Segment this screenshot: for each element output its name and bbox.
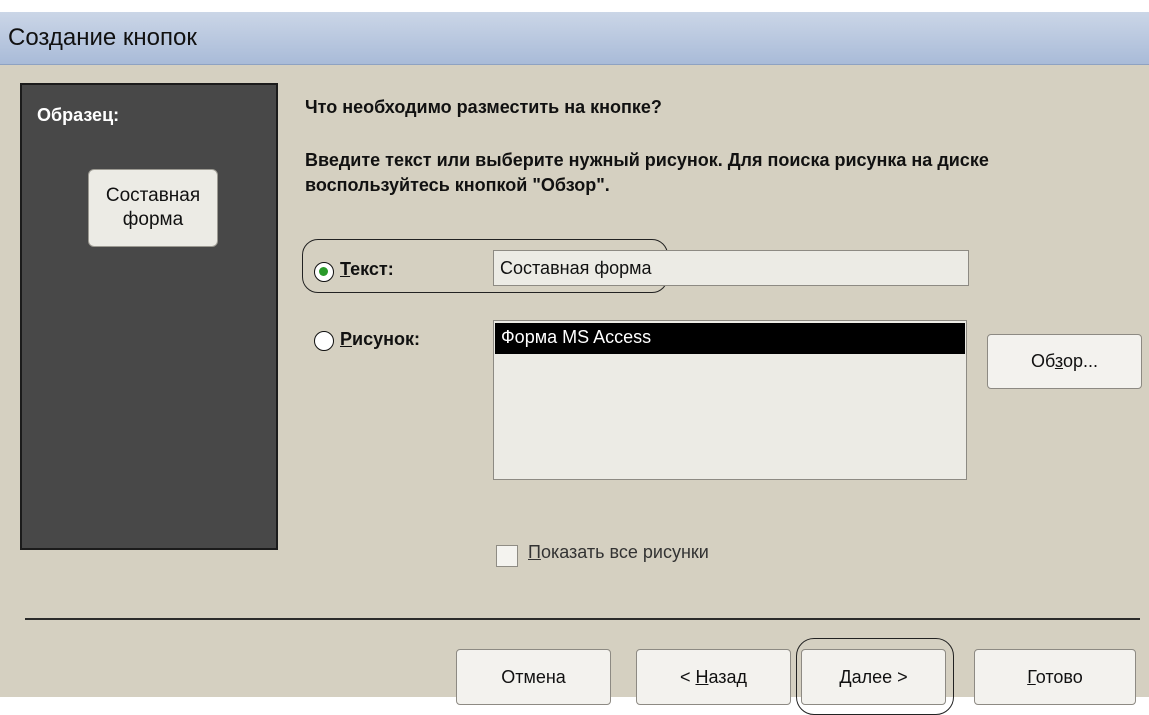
question-text: Что необходимо разместить на кнопке?	[305, 97, 662, 117]
sample-button-preview: Составная форма	[88, 169, 218, 247]
sample-label: Образец:	[37, 105, 120, 125]
instruction-text: Введите текст или выберите нужный рисуно…	[305, 150, 989, 195]
button-wizard-dialog: Создание кнопок Образец: Составная форма…	[0, 12, 1149, 715]
button-text-input[interactable]	[493, 250, 969, 286]
sample-panel: Образец: Составная форма	[20, 83, 278, 550]
show-all-pictures-label[interactable]: Показать все рисунки	[528, 542, 709, 563]
selected-picture-item[interactable]: Форма MS Access	[495, 323, 965, 354]
picture-option-label-rest: исунок:	[352, 329, 420, 349]
show-all-pictures-checkbox[interactable]	[496, 545, 518, 567]
browse-button[interactable]: Обзор...	[987, 334, 1142, 389]
finish-button[interactable]: Готово	[974, 649, 1136, 705]
sample-button-line-1: Составная	[105, 185, 201, 206]
sample-button-line-2: форма	[122, 209, 184, 230]
picture-listbox[interactable]: Форма MS Access	[493, 320, 967, 480]
text-option-label[interactable]: Текст:	[340, 259, 394, 280]
text-option-label-rest: екст:	[350, 259, 394, 279]
picture-radio-button[interactable]	[314, 331, 334, 351]
text-radio-button[interactable]	[314, 262, 334, 282]
title-bar: Создание кнопок	[0, 12, 1149, 65]
back-button[interactable]: < Назад	[636, 649, 791, 705]
footer-separator	[25, 618, 1140, 620]
cancel-button[interactable]: Отмена	[456, 649, 611, 705]
next-button[interactable]: Далее >	[801, 649, 946, 705]
picture-option-label[interactable]: Рисунок:	[340, 329, 420, 350]
window-title: Создание кнопок	[8, 24, 197, 51]
